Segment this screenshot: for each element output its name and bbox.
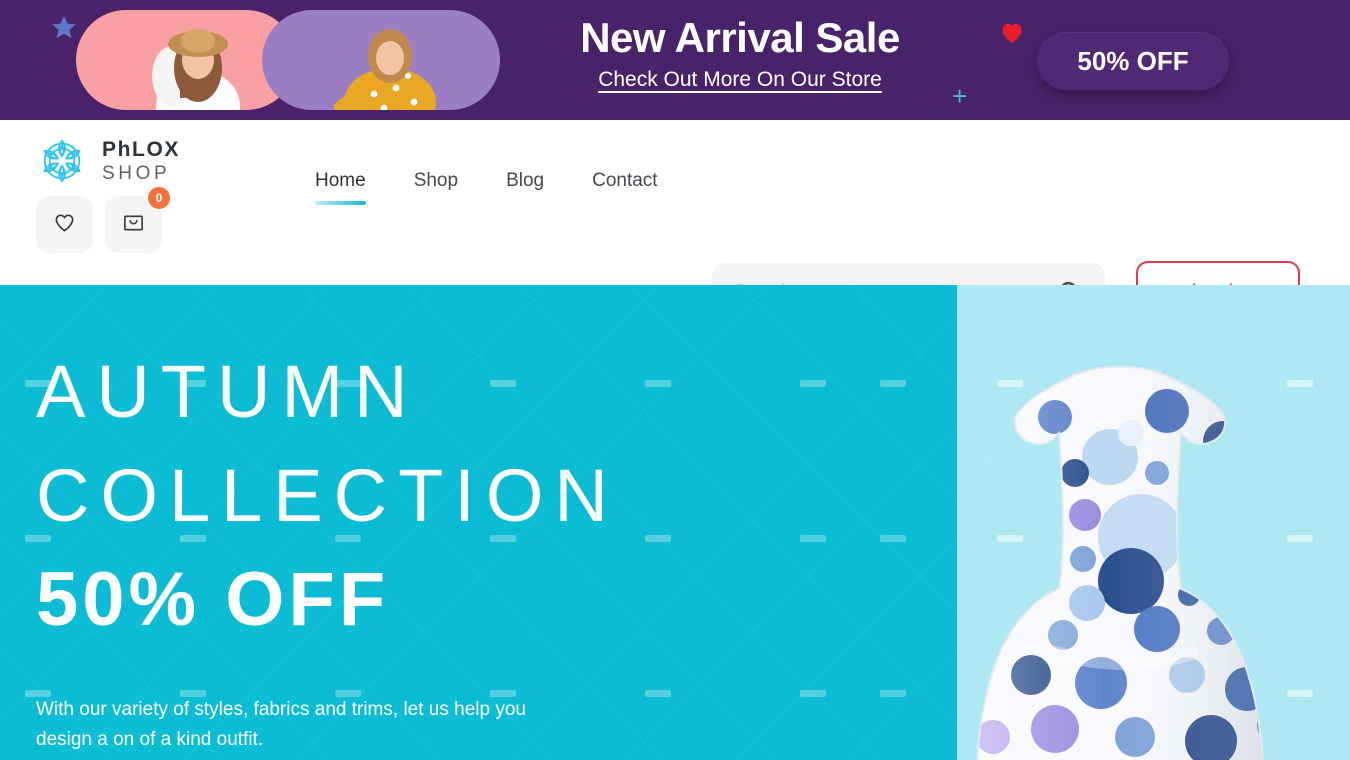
nav-item-shop[interactable]: Shop [414,170,458,205]
logo-name-bottom: SHOP [102,163,171,184]
logo-name-top: PhLOX [102,138,181,161]
nav-item-blog[interactable]: Blog [506,170,544,205]
wishlist-button[interactable] [36,196,93,253]
hero-headline-line3: 50% OFF [36,557,390,642]
nav-item-contact[interactable]: Contact [592,170,657,205]
promo-discount-badge[interactable]: 50% OFF [1037,32,1229,90]
hero-headline-line2: COLLECTION [36,454,619,537]
hero-section: AUTUMN COLLECTION 50% OFF With our varie… [0,285,1350,760]
banner-model-photos [76,10,500,110]
hero-subtitle: With our variety of styles, fabrics and … [36,699,526,750]
heart-icon [1000,22,1024,44]
hero-product-image [935,345,1315,760]
header-icon-buttons: 0 [36,185,172,253]
plus-icon: + [952,81,968,111]
logo[interactable]: PhLOX SHOP [34,133,180,189]
promo-banner: New Arrival Sale Check Out More On Our S… [0,0,1350,120]
model-photo-right [262,10,500,110]
flower-mandala-icon [34,133,90,189]
hero-headline-line1: AUTUMN [36,350,419,433]
hero-copy: AUTUMN COLLECTION 50% OFF With our varie… [36,340,619,755]
banner-link[interactable]: Check Out More On Our Store [598,68,882,92]
site-header: PhLOX SHOP 0 Home Shop Blog Contact Sear… [0,120,1350,323]
cart-button[interactable]: 0 [105,185,172,253]
cart-count-badge: 0 [146,185,172,211]
heart-icon [53,211,76,239]
nav-item-home[interactable]: Home [315,170,366,205]
star-icon [50,14,78,42]
banner-title: New Arrival Sale [580,14,900,61]
shopping-bag-icon [122,211,145,239]
main-navigation: Home Shop Blog Contact [315,170,658,205]
banner-text-block: New Arrival Sale Check Out More On Our S… [520,10,960,92]
